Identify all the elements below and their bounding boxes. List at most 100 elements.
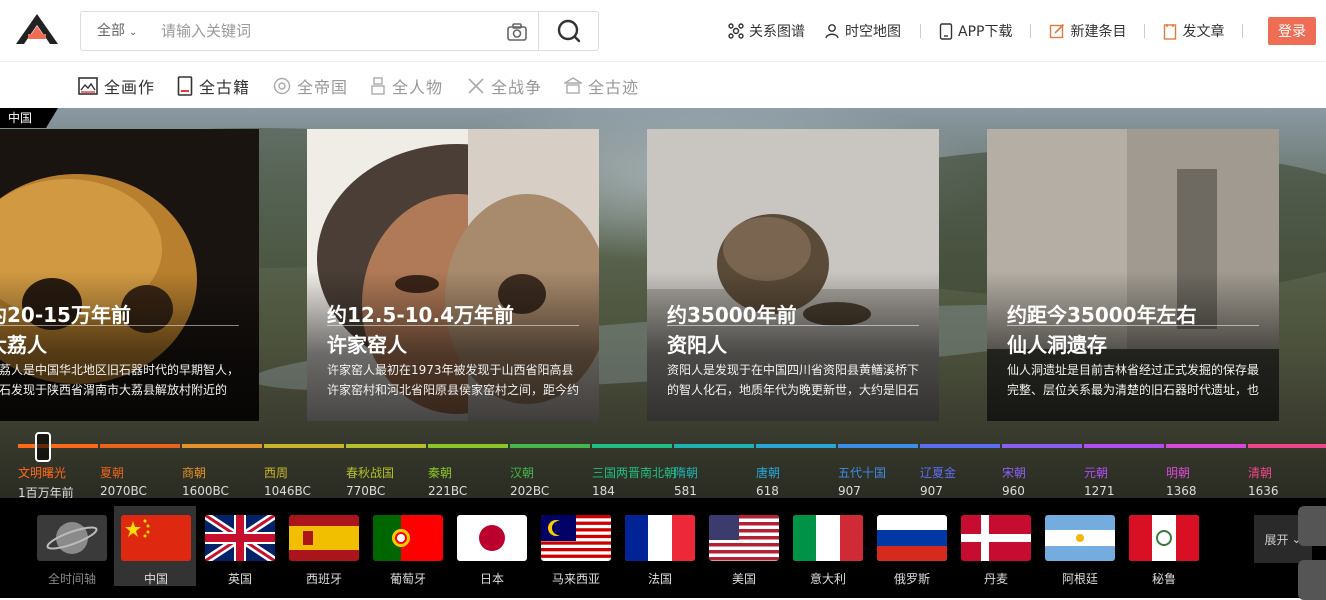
country-option[interactable]: 丹麦 bbox=[954, 506, 1036, 586]
country-option[interactable]: 全时间轴 bbox=[30, 506, 112, 586]
timeline-era[interactable]: 清朝 1636 bbox=[1248, 464, 1279, 498]
category-paintings[interactable]: 全画作 bbox=[78, 74, 155, 98]
country-label: 英国 bbox=[227, 572, 252, 586]
timeline-era[interactable]: 明朝 1368 bbox=[1166, 464, 1197, 498]
history-card[interactable]: 约35000年前 资阳人 资阳人是发现于在中国四川省资阳县黄鳝溪桥下的智人化石，… bbox=[647, 129, 939, 421]
timeline-segment[interactable] bbox=[428, 444, 508, 448]
search-button[interactable] bbox=[538, 12, 598, 50]
category-people[interactable]: 全人物 bbox=[370, 74, 443, 98]
timeline-segment[interactable] bbox=[182, 444, 262, 448]
timeline-segment[interactable] bbox=[920, 444, 1000, 448]
timeline-era[interactable]: 元朝 1271 bbox=[1084, 464, 1115, 498]
timeline-segment[interactable] bbox=[1002, 444, 1082, 448]
country-option[interactable]: 法国 bbox=[618, 506, 700, 586]
painting-icon bbox=[78, 77, 98, 95]
nav-space-time-map[interactable]: 时空地图 bbox=[824, 21, 901, 41]
edit-icon bbox=[1050, 23, 1065, 39]
timeline-slider-handle[interactable] bbox=[35, 432, 51, 462]
timeline-era[interactable]: 隋朝 581 bbox=[674, 464, 698, 498]
category-label: 全古迹 bbox=[588, 78, 640, 97]
country-option[interactable]: 秘鲁 bbox=[1122, 506, 1204, 586]
card-title: 许家窑人 bbox=[327, 333, 407, 357]
country-option[interactable]: 西班牙 bbox=[282, 506, 364, 586]
history-card[interactable]: 约12.5-10.4万年前 许家窑人 许家窑人最初在1973年被发现于山西省阳高… bbox=[307, 129, 599, 421]
search-bar: 全部 ⌄ bbox=[80, 11, 599, 51]
country-option[interactable]: 美国 bbox=[702, 506, 784, 586]
timeline-era[interactable]: 汉朝 202BC bbox=[510, 464, 549, 498]
timeline-era[interactable]: 春秋战国 770BC bbox=[346, 464, 394, 498]
timeline-era[interactable]: 五代十国 907 bbox=[838, 464, 886, 498]
timeline-segment[interactable] bbox=[838, 444, 918, 448]
timeline-era[interactable]: 辽夏金 907 bbox=[920, 464, 956, 498]
country-option[interactable]: 意大利 bbox=[786, 506, 868, 586]
timeline-segment[interactable] bbox=[1248, 444, 1326, 448]
era-year: 184 bbox=[592, 484, 615, 498]
search-input[interactable] bbox=[161, 18, 491, 44]
country-label: 中国 bbox=[143, 572, 168, 586]
card-date: 约35000年前 bbox=[667, 303, 797, 327]
nav-new-entry[interactable]: 新建条目 bbox=[1049, 21, 1126, 41]
search-scope-select[interactable]: 全部 ⌄ bbox=[97, 12, 137, 50]
nav-app-download[interactable]: APP下载 bbox=[939, 21, 1012, 41]
era-year: 1271 bbox=[1084, 484, 1115, 498]
timeline-segment[interactable] bbox=[264, 444, 344, 448]
timeline-era[interactable]: 三国两晋南北朝 184 bbox=[592, 464, 676, 498]
country-option[interactable]: 马来西亚 bbox=[534, 506, 616, 586]
timeline-segment[interactable] bbox=[1084, 444, 1164, 448]
category-label: 全帝国 bbox=[297, 78, 349, 97]
category-wars[interactable]: 全战争 bbox=[467, 74, 542, 98]
timeline-segment[interactable] bbox=[674, 444, 754, 448]
map-person-icon bbox=[825, 24, 839, 39]
era-year: 618 bbox=[756, 484, 779, 498]
timeline-segment[interactable] bbox=[346, 444, 426, 448]
weibo-share-icon[interactable] bbox=[1298, 506, 1326, 546]
nav-relation-graph[interactable]: 关系图谱 bbox=[728, 21, 805, 41]
login-button[interactable]: 登录 bbox=[1268, 17, 1316, 45]
wechat-share-icon[interactable] bbox=[1298, 560, 1326, 600]
timeline-segment[interactable] bbox=[100, 444, 180, 448]
timeline-era[interactable]: 文明曙光 1百万年前 bbox=[18, 464, 74, 501]
category-monuments[interactable]: 全古迹 bbox=[564, 74, 639, 98]
category-bar: 全画作 全古籍 全帝国 全人物 全战争 全古迹 bbox=[0, 62, 1326, 108]
graph-icon bbox=[728, 23, 744, 39]
nav-post-article[interactable]: 发文章 bbox=[1163, 21, 1224, 41]
history-card[interactable]: 约距今35000年左右 仙人洞遗存 仙人洞遗址是目前吉林省经过正式发掘的保存最完… bbox=[987, 129, 1279, 421]
nav-label: 发文章 bbox=[1182, 24, 1225, 40]
nav-label: 关系图谱 bbox=[749, 24, 805, 40]
card-date: 约20-15万年前 bbox=[0, 303, 131, 327]
article-icon bbox=[1164, 23, 1177, 40]
camera-icon[interactable] bbox=[505, 22, 529, 42]
country-option[interactable]: 阿根廷 bbox=[1038, 506, 1120, 586]
card-title: 仙人洞遗存 bbox=[1007, 333, 1107, 357]
phone-icon bbox=[939, 22, 953, 40]
search-icon bbox=[557, 19, 580, 43]
country-label: 丹麦 bbox=[983, 572, 1008, 586]
timeline-segment[interactable] bbox=[592, 444, 672, 448]
era-year: 1600BC bbox=[182, 484, 229, 498]
country-option[interactable]: 英国 bbox=[198, 506, 280, 586]
site-logo[interactable] bbox=[14, 12, 60, 46]
country-option[interactable]: 日本 bbox=[450, 506, 532, 586]
country-option[interactable]: 葡萄牙 bbox=[366, 506, 448, 586]
era-name: 唐朝 bbox=[756, 466, 781, 480]
timeline-segment[interactable] bbox=[510, 444, 590, 448]
era-year: 907 bbox=[920, 484, 943, 498]
timeline-segment[interactable] bbox=[756, 444, 836, 448]
timeline-era[interactable]: 唐朝 618 bbox=[756, 464, 780, 498]
category-empires[interactable]: 全帝国 bbox=[273, 74, 348, 98]
timeline-era[interactable]: 秦朝 221BC bbox=[428, 464, 467, 498]
timeline-segment[interactable] bbox=[1166, 444, 1246, 448]
category-ancient-books[interactable]: 全古籍 bbox=[177, 74, 250, 98]
country-option[interactable]: 中国 bbox=[114, 506, 196, 586]
timeline-era[interactable]: 夏朝 2070BC bbox=[100, 464, 147, 498]
card-title: 大荔人 bbox=[0, 333, 47, 357]
country-option[interactable]: 俄罗斯 bbox=[870, 506, 952, 586]
timeline-era[interactable]: 商朝 1600BC bbox=[182, 464, 229, 498]
timeline-era[interactable]: 宋朝 960 bbox=[1002, 464, 1026, 498]
history-card[interactable]: 约20-15万年前 大荔人 大荔人是中国华北地区旧石器时代的早期智人，化石发现于… bbox=[0, 129, 259, 421]
nav-label: 时空地图 bbox=[845, 24, 901, 40]
country-label: 美国 bbox=[731, 572, 756, 586]
card-divider bbox=[1007, 325, 1259, 326]
timeline-segment[interactable] bbox=[18, 444, 98, 448]
timeline-era[interactable]: 西周 1046BC bbox=[264, 464, 311, 498]
